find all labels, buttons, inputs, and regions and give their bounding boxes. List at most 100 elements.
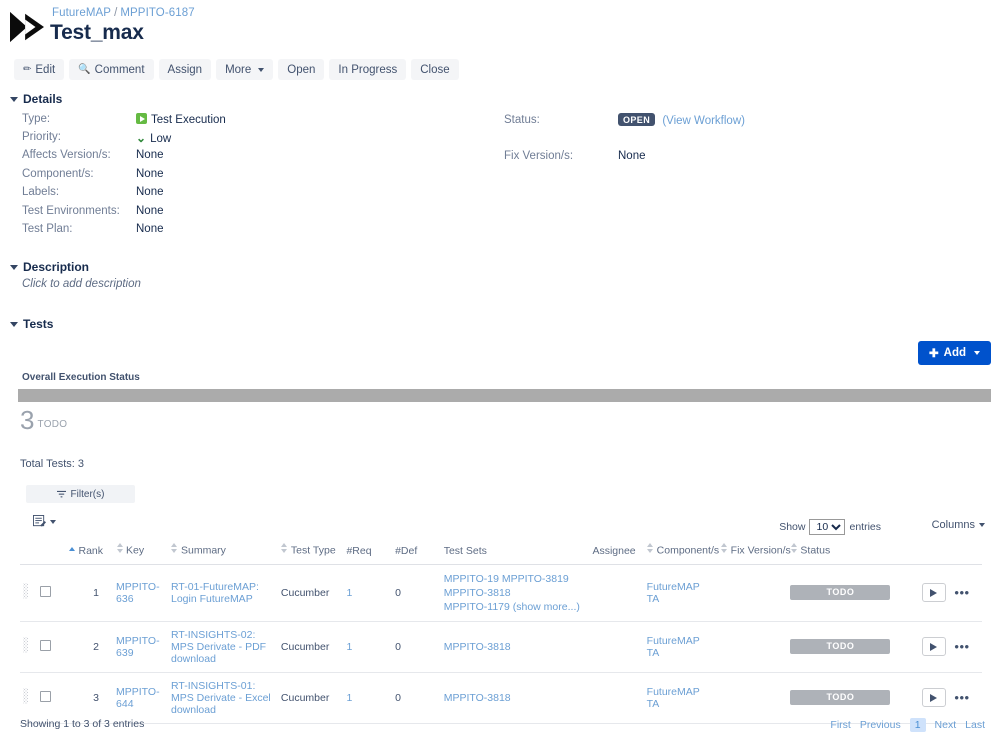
page-header: FutureMAP / MPPITO-6187 Test_max (0, 0, 999, 44)
fix-versions-label: Fix Version/s: (504, 150, 574, 162)
test-summary-link[interactable]: RT-INSIGHTS-02: MPS Derivate - PDF downl… (171, 629, 266, 665)
test-plan-label: Test Plan: (22, 223, 73, 235)
assign-button[interactable]: Assign (158, 59, 212, 80)
cell-test-type: Cucumber (277, 564, 344, 622)
tests-section-header[interactable]: Tests (10, 317, 53, 331)
add-test-button[interactable]: ✚ Add (918, 341, 991, 365)
cell-test-sets: MPPITO-19 MPPITO-3819 MPPITO-3818 MPPITO… (440, 564, 585, 622)
req-count-link[interactable]: 1 (346, 641, 352, 653)
row-checkbox[interactable] (39, 690, 51, 702)
columns-button[interactable]: Columns (932, 519, 985, 531)
col-test-type[interactable]: Test Type (277, 541, 344, 565)
view-workflow-link[interactable]: (View Workflow) (662, 115, 745, 127)
row-checkbox[interactable] (39, 639, 51, 651)
test-set-link[interactable]: MPPITO-3818 (444, 692, 511, 704)
more-button-label: More (225, 63, 252, 76)
status-badge: TODO (790, 639, 891, 654)
list-edit-icon (33, 515, 46, 527)
execute-test-button[interactable] (921, 688, 946, 707)
col-components[interactable]: Component/s (643, 541, 719, 565)
pagination-first[interactable]: First (830, 719, 850, 731)
filter-icon (56, 490, 66, 497)
col-req-label: #Req (346, 544, 372, 557)
cell-test-sets: MPPITO-3818 (440, 672, 585, 724)
filters-button-label: Filter(s) (70, 488, 105, 500)
col-summary[interactable]: Summary (167, 541, 278, 565)
pagination-last[interactable]: Last (965, 719, 985, 731)
pagination-previous[interactable]: Previous (860, 719, 901, 731)
row-drag-handle[interactable] (20, 564, 37, 622)
cell-status: TODO (787, 564, 919, 622)
component-link[interactable]: FutureMAP TA (647, 635, 700, 659)
edit-button[interactable]: ✏ Edit (14, 59, 65, 80)
details-section-header[interactable]: Details (10, 92, 62, 106)
drag-handle-icon (23, 688, 28, 704)
breadcrumb-project-link[interactable]: FutureMAP (52, 7, 111, 19)
req-count-link[interactable]: 1 (346, 692, 352, 704)
test-set-link[interactable]: MPPITO-3818 (444, 641, 511, 653)
breadcrumb-separator: / (114, 7, 118, 19)
test-key-link[interactable]: MPPITO-639 (116, 635, 160, 659)
cell-components: FutureMAP TA (643, 672, 718, 724)
comment-button[interactable]: 🔍 Comment (69, 59, 154, 80)
open-transition-button[interactable]: Open (278, 59, 325, 80)
todo-label: TODO (37, 419, 68, 430)
chevron-down-icon (979, 523, 985, 527)
row-drag-handle[interactable] (20, 672, 37, 724)
chevron-down-icon (10, 265, 18, 270)
row-more-menu-icon[interactable]: ••• (948, 639, 969, 654)
test-set-show-more-link[interactable]: MPPITO-1179 (show more...) (444, 601, 580, 613)
col-rank[interactable]: Rank (58, 541, 114, 565)
type-value: Test Execution (151, 114, 226, 126)
pagination-next[interactable]: Next (935, 719, 957, 731)
col-fix-versions[interactable]: Fix Version/s (717, 541, 791, 565)
test-set-link[interactable]: MPPITO-3818 (444, 587, 511, 599)
cell-rank: 3 (58, 672, 114, 724)
close-transition-button[interactable]: Close (411, 59, 459, 80)
showing-entries-label: Showing 1 to 3 of 3 entries (20, 718, 145, 730)
col-fix-versions-label: Fix Version/s (730, 544, 791, 557)
priority-value-wrap: ⌄ Low (136, 131, 171, 145)
entries-per-page-select[interactable]: 10 (809, 519, 846, 535)
pagination-current-page[interactable]: 1 (909, 718, 926, 732)
col-key[interactable]: Key (113, 541, 168, 565)
cell-req: 1 (343, 621, 393, 673)
cell-def: 0 (392, 564, 441, 622)
comment-icon: 🔍 (78, 63, 91, 75)
futuremap-logo (10, 11, 44, 43)
test-summary-link[interactable]: RT-INSIGHTS-01: MPS Derivate - Excel dow… (171, 680, 271, 716)
issue-page: FutureMAP / MPPITO-6187 Test_max ✏ Edit 🔍 … (0, 0, 999, 746)
row-more-menu-icon[interactable]: ••• (948, 690, 969, 705)
component-link[interactable]: FutureMAP TA (647, 686, 700, 710)
execute-test-button[interactable] (921, 637, 946, 656)
component-link[interactable]: FutureMAP TA (647, 581, 700, 605)
sort-icon (281, 543, 288, 553)
details-section-title: Details (23, 92, 63, 106)
status-badge: TODO (790, 690, 891, 705)
col-status[interactable]: Status (787, 541, 919, 565)
cell-def: 0 (392, 672, 441, 724)
grid-options-menu[interactable] (33, 515, 56, 528)
more-button[interactable]: More (216, 59, 274, 80)
assign-button-label: Assign (167, 63, 203, 76)
cell-actions: ••• (918, 564, 982, 622)
row-checkbox[interactable] (39, 585, 51, 597)
breadcrumb-issue-link[interactable]: MPPITO-6187 (120, 7, 194, 19)
row-drag-handle[interactable] (20, 621, 37, 673)
test-key-link[interactable]: MPPITO-636 (116, 581, 160, 605)
row-more-menu-icon[interactable]: ••• (948, 585, 969, 600)
in-progress-transition-button[interactable]: In Progress (329, 59, 407, 80)
sort-icon (790, 543, 797, 553)
execute-test-button[interactable] (921, 583, 946, 602)
req-count-link[interactable]: 1 (346, 587, 352, 599)
test-key-link[interactable]: MPPITO-644 (116, 686, 160, 710)
cell-key: MPPITO-644 (113, 672, 168, 724)
breadcrumb: FutureMAP / MPPITO-6187 (52, 7, 195, 19)
description-section-header[interactable]: Description (10, 260, 89, 274)
cell-assignee (584, 621, 644, 673)
test-summary-link[interactable]: RT-01-FutureMAP: Login FutureMAP (171, 581, 259, 605)
test-set-link[interactable]: MPPITO-19 MPPITO-3819 (444, 573, 569, 585)
cell-summary: RT-01-FutureMAP: Login FutureMAP (167, 564, 278, 622)
description-placeholder[interactable]: Click to add description (22, 278, 141, 290)
filters-button[interactable]: Filter(s) (26, 485, 135, 503)
